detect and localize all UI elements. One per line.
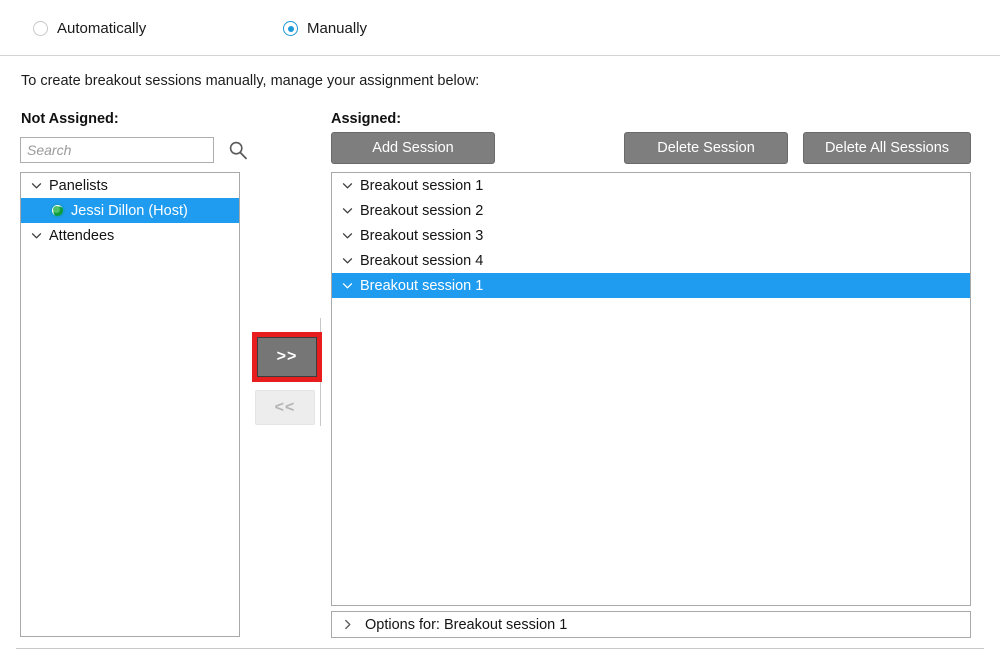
radio-label-automatically: Automatically	[57, 20, 147, 37]
search-icon[interactable]	[228, 140, 248, 160]
tree-group-label: Panelists	[49, 177, 108, 194]
session-label: Breakout session 1	[360, 277, 484, 294]
session-options-label: Options for: Breakout session 1	[365, 616, 568, 633]
instruction-text: To create breakout sessions manually, ma…	[21, 73, 480, 89]
session-label: Breakout session 4	[360, 252, 484, 269]
radio-option-manually[interactable]: Manually	[283, 20, 367, 37]
assigned-sessions-list[interactable]: Breakout session 1 Breakout session 2 Br…	[331, 172, 971, 606]
chevron-down-icon[interactable]	[340, 178, 355, 193]
radio-indicator-automatically[interactable]	[33, 21, 48, 36]
search-area	[20, 137, 252, 163]
radio-option-automatically[interactable]: Automatically	[33, 20, 146, 37]
chevron-down-icon[interactable]	[340, 228, 355, 243]
tree-group-attendees[interactable]: Attendees	[21, 223, 239, 248]
session-label: Breakout session 1	[360, 177, 484, 194]
not-assigned-list[interactable]: Panelists Jessi Dillon (Host) Attendees	[20, 172, 240, 637]
divider-top	[0, 55, 1000, 56]
chevron-down-icon[interactable]	[340, 253, 355, 268]
delete-session-button[interactable]: Delete Session	[624, 132, 788, 164]
tree-item-label: Jessi Dillon (Host)	[71, 202, 188, 219]
session-row[interactable]: Breakout session 2	[332, 198, 970, 223]
session-options-bar[interactable]: Options for: Breakout session 1	[331, 611, 971, 638]
session-row[interactable]: Breakout session 4	[332, 248, 970, 273]
session-row[interactable]: Breakout session 3	[332, 223, 970, 248]
assigned-heading: Assigned:	[331, 111, 402, 127]
chevron-right-icon[interactable]	[340, 617, 355, 632]
radio-indicator-manually[interactable]	[283, 21, 298, 36]
session-label: Breakout session 3	[360, 227, 484, 244]
assign-button[interactable]: >>	[257, 337, 317, 377]
mode-selector: Automatically Manually	[0, 0, 1000, 55]
tree-group-panelists[interactable]: Panelists	[21, 173, 239, 198]
divider-bottom	[16, 648, 984, 649]
radio-label-manually: Manually	[307, 20, 368, 37]
add-session-button[interactable]: Add Session	[331, 132, 495, 164]
session-row[interactable]: Breakout session 1	[332, 173, 970, 198]
host-avatar-icon	[50, 203, 65, 218]
chevron-down-icon[interactable]	[340, 203, 355, 218]
tree-item-jessi-dillon[interactable]: Jessi Dillon (Host)	[21, 198, 239, 223]
assign-button-highlight: >>	[252, 332, 322, 382]
search-input[interactable]	[20, 137, 214, 163]
chevron-down-icon[interactable]	[29, 228, 44, 243]
unassign-button[interactable]: <<	[255, 390, 315, 425]
chevron-down-icon[interactable]	[29, 178, 44, 193]
session-row-selected[interactable]: Breakout session 1	[332, 273, 970, 298]
chevron-down-icon[interactable]	[340, 278, 355, 293]
tree-group-label: Attendees	[49, 227, 115, 244]
delete-all-sessions-button[interactable]: Delete All Sessions	[803, 132, 971, 164]
session-label: Breakout session 2	[360, 202, 484, 219]
not-assigned-heading: Not Assigned:	[21, 111, 119, 127]
